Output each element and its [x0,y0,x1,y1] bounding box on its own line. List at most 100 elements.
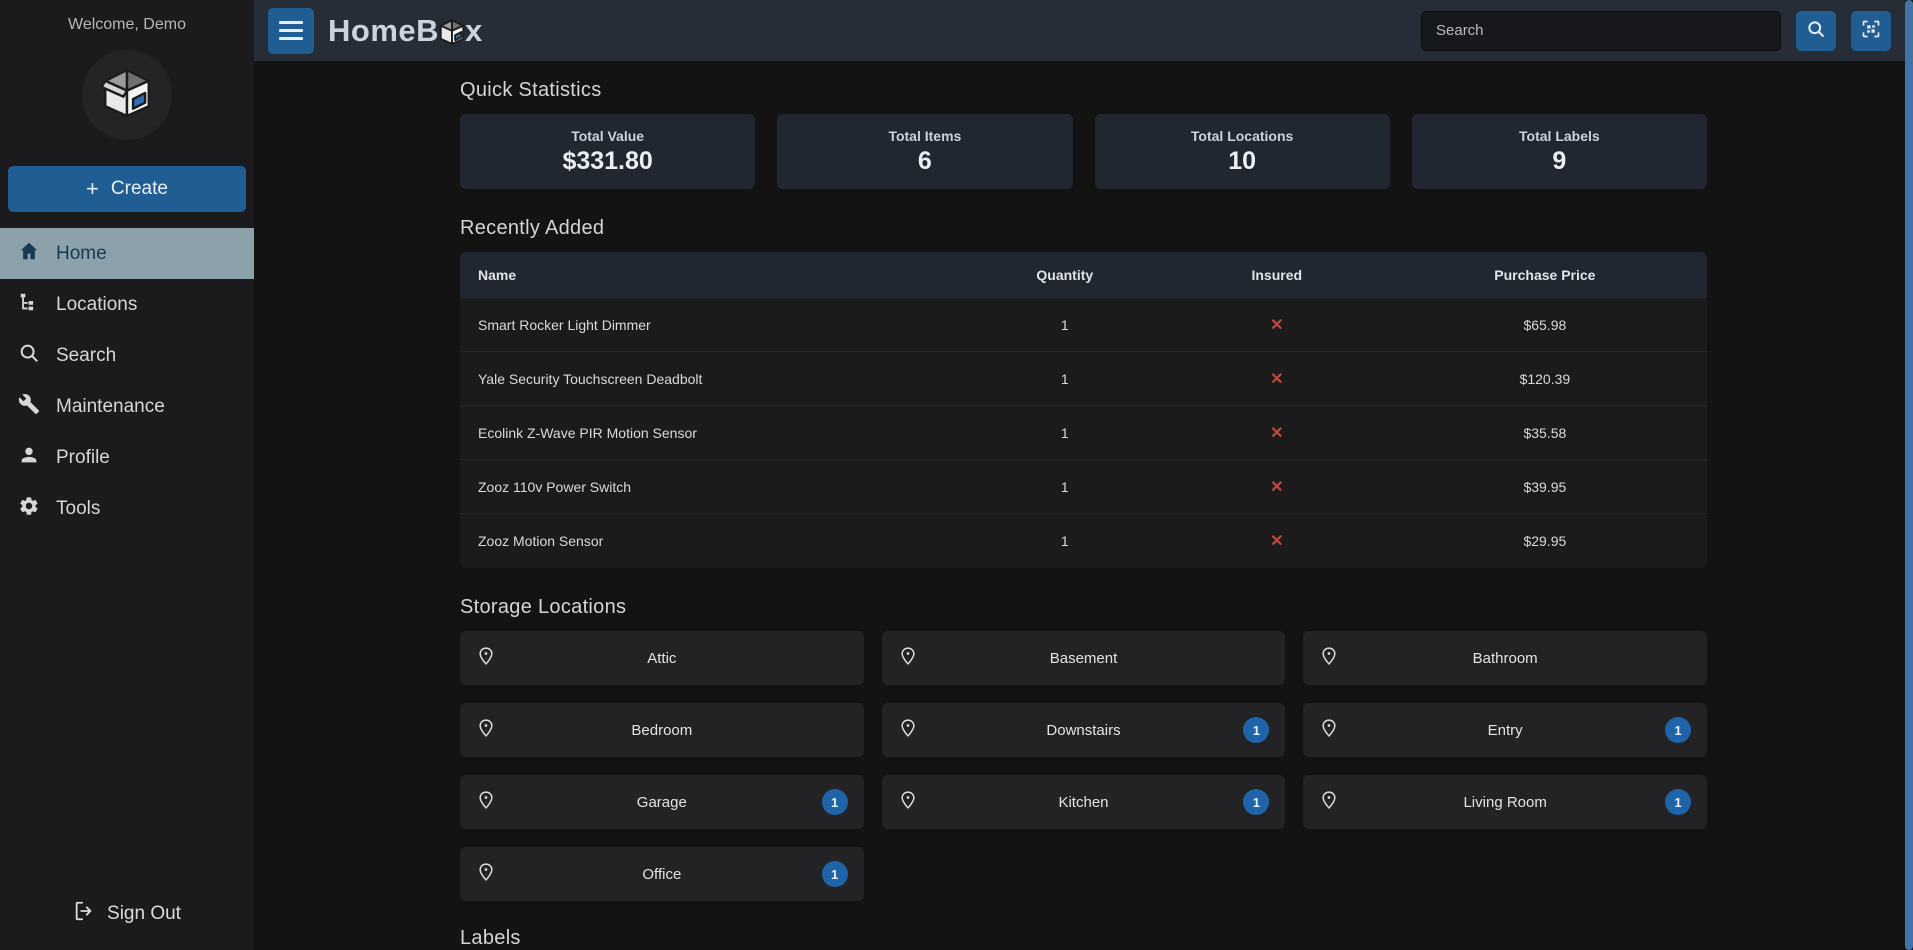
item-count-badge: 1 [822,789,848,815]
stat-value: 10 [1228,147,1256,176]
location-name: Bedroom [506,722,818,739]
recently-added-heading: Recently Added [460,217,1707,240]
sidebar-item-label: Profile [56,447,110,469]
map-pin-icon [1319,718,1349,743]
table-row[interactable]: Zooz 110v Power Switch 1 ✕ $39.95 [460,460,1707,514]
item-count-badge: 1 [1243,717,1269,743]
stat-label: Total Items [888,128,961,144]
app-logo [82,50,172,140]
location-card-office[interactable]: Office 1 [460,847,864,901]
wrench-icon [18,393,40,421]
location-name: Office [506,866,818,883]
item-name: Yale Security Touchscreen Deadbolt [460,371,959,387]
box-logo-icon [98,64,156,127]
search-icon [18,342,40,370]
sidebar-item-tools[interactable]: Tools [0,483,254,534]
item-count-badge: 1 [1665,717,1691,743]
item-count-badge: 1 [822,861,848,887]
map-pin-icon [898,718,928,743]
welcome-text: Welcome, Demo [0,0,254,34]
location-card-living-room[interactable]: Living Room 1 [1303,775,1707,829]
table-header-row: Name Quantity Insured Purchase Price [460,252,1707,298]
location-card-attic[interactable]: Attic [460,631,864,685]
plus-icon: + [86,178,99,200]
topbar: HomeB x [254,0,1913,61]
not-insured-icon: ✕ [1171,477,1383,497]
quick-statistics-heading: Quick Statistics [460,79,1707,102]
not-insured-icon: ✕ [1171,423,1383,443]
map-pin-icon [1319,646,1349,671]
stat-card-total-locations: Total Locations 10 [1095,114,1390,189]
location-name: Kitchen [928,794,1240,811]
stat-label: Total Locations [1191,128,1293,144]
location-card-downstairs[interactable]: Downstairs 1 [882,703,1286,757]
item-name: Smart Rocker Light Dimmer [460,317,959,333]
table-row[interactable]: Zooz Motion Sensor 1 ✕ $29.95 [460,514,1707,568]
quick-statistics-row: Total Value $331.80 Total Items 6 Total … [460,114,1707,189]
sidebar-item-label: Locations [56,294,137,316]
person-icon [18,444,40,472]
location-name: Attic [506,650,818,667]
sidebar-item-search[interactable]: Search [0,330,254,381]
location-card-garage[interactable]: Garage 1 [460,775,864,829]
scrollbar-track[interactable] [1905,0,1913,950]
item-quantity: 1 [959,533,1171,549]
home-icon [18,240,40,268]
map-pin-icon [476,718,506,743]
item-price: $65.98 [1383,317,1707,333]
sign-out-button[interactable]: Sign Out [0,892,254,936]
item-quantity: 1 [959,317,1171,333]
item-quantity: 1 [959,425,1171,441]
storage-locations-grid: Attic Basement Bathroom Bedroom [460,631,1707,901]
map-pin-icon [898,646,928,671]
table-row[interactable]: Smart Rocker Light Dimmer 1 ✕ $65.98 [460,298,1707,352]
sidebar-item-locations[interactable]: Locations [0,279,254,330]
item-price: $35.58 [1383,425,1707,441]
table-row[interactable]: Yale Security Touchscreen Deadbolt 1 ✕ $… [460,352,1707,406]
map-pin-icon [476,646,506,671]
sidebar-item-label: Tools [56,498,100,520]
location-card-basement[interactable]: Basement [882,631,1286,685]
sidebar-item-label: Search [56,345,116,367]
location-name: Garage [506,794,818,811]
location-name: Living Room [1349,794,1661,811]
location-name: Bathroom [1349,650,1661,667]
table-row[interactable]: Ecolink Z-Wave PIR Motion Sensor 1 ✕ $35… [460,406,1707,460]
location-name: Basement [928,650,1240,667]
sidebar-item-maintenance[interactable]: Maintenance [0,381,254,432]
stat-card-total-items: Total Items 6 [777,114,1072,189]
sidebar-item-profile[interactable]: Profile [0,432,254,483]
app-title: HomeB x [328,13,483,49]
menu-button[interactable] [268,8,314,54]
storage-locations-heading: Storage Locations [460,596,1707,619]
sidebar-item-home[interactable]: Home [0,228,254,279]
not-insured-icon: ✕ [1171,531,1383,551]
location-name: Entry [1349,722,1661,739]
labels-heading: Labels [460,927,1707,950]
app-title-suffix: x [465,13,483,49]
search-submit-button[interactable] [1796,11,1836,51]
location-card-kitchen[interactable]: Kitchen 1 [882,775,1286,829]
scrollbar-thumb[interactable] [1905,0,1913,950]
sidebar-item-label: Maintenance [56,396,165,418]
create-button-label: Create [111,178,168,200]
create-button[interactable]: + Create [8,166,246,212]
column-header-name: Name [460,267,959,283]
item-name: Zooz 110v Power Switch [460,479,959,495]
sidebar-nav: Home Locations Search [0,228,254,534]
recently-added-table: Name Quantity Insured Purchase Price Sma… [460,252,1707,568]
search-input[interactable] [1421,11,1781,51]
map-pin-icon [1319,790,1349,815]
stat-label: Total Value [571,128,644,144]
main-area: HomeB x [254,0,1913,950]
item-quantity: 1 [959,479,1171,495]
stat-card-total-labels: Total Labels 9 [1412,114,1707,189]
map-pin-icon [476,862,506,887]
search-icon [1806,19,1826,42]
stat-label: Total Labels [1519,128,1600,144]
location-card-entry[interactable]: Entry 1 [1303,703,1707,757]
location-card-bedroom[interactable]: Bedroom [460,703,864,757]
qr-scan-button[interactable] [1851,11,1891,51]
stat-value: 6 [918,147,932,176]
location-card-bathroom[interactable]: Bathroom [1303,631,1707,685]
